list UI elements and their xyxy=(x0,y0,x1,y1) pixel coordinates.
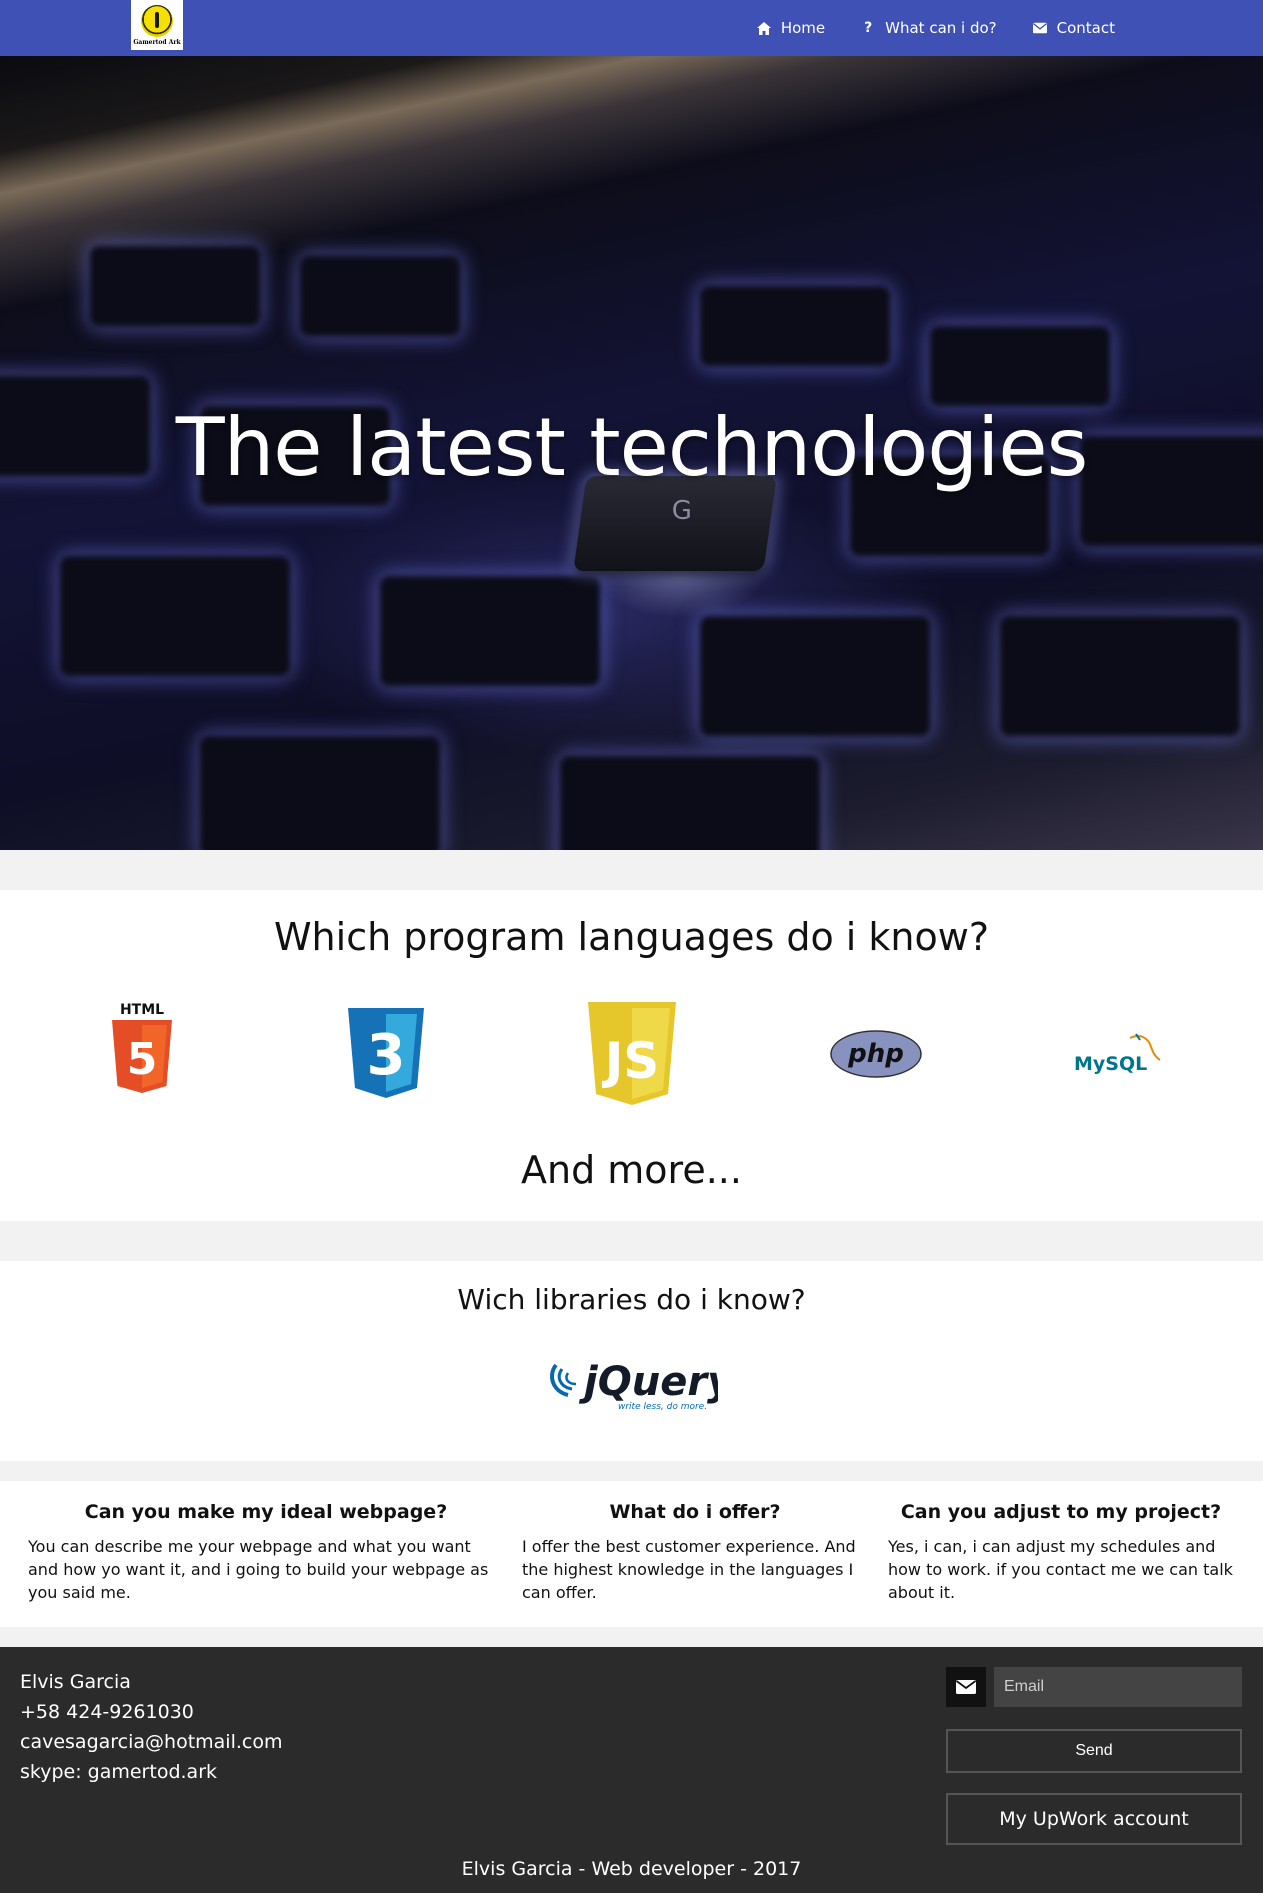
languages-title: Which program languages do i know? xyxy=(273,915,990,959)
nav-contact-label: Contact xyxy=(1056,19,1115,37)
contact-email: cavesagarcia@hotmail.com xyxy=(20,1731,283,1753)
libraries-title: Wich libraries do i know? xyxy=(457,1283,806,1316)
navbar: Gamertod Ark Home ? What can i do? Conta… xyxy=(0,0,1263,56)
nav-home-label: Home xyxy=(780,19,826,37)
javascript-logo: JS xyxy=(586,1002,678,1106)
css3-shield-icon: 3 xyxy=(348,1008,424,1098)
languages-logos: HTML 5 3 JS php MySQL xyxy=(0,1002,1263,1107)
faq-heading: Can you make my ideal webpage? xyxy=(84,1501,448,1523)
logo-emblem xyxy=(141,4,173,37)
javascript-shield-icon: JS xyxy=(588,1002,676,1105)
keyboard-key xyxy=(60,556,290,676)
faq-text: Yes, i can, i can adjust my schedules an… xyxy=(888,1537,1233,1602)
css3-logo: 3 xyxy=(346,1008,426,1100)
copyright-text: Elvis Garcia - Web developer - 2017 xyxy=(461,1858,802,1880)
nav-what-can-i-do-label: What can i do? xyxy=(885,19,997,37)
logo-text: Gamertod Ark xyxy=(133,38,181,46)
send-button[interactable]: Send xyxy=(946,1729,1242,1773)
faq-heading: What do i offer? xyxy=(609,1501,781,1523)
footer: Elvis Garcia +58 424-9261030 cavesagarci… xyxy=(0,1647,1263,1893)
html5-logo: HTML 5 xyxy=(110,1002,174,1100)
keyboard-key xyxy=(560,756,820,850)
html5-shield-icon: 5 xyxy=(112,1020,172,1093)
nav-contact[interactable]: Contact xyxy=(1032,19,1115,37)
keyboard-key xyxy=(930,326,1110,406)
css3-mark: 3 xyxy=(367,1023,406,1088)
faq-item: Can you make my ideal webpage? You can d… xyxy=(28,1501,504,1604)
jquery-label: jQuery xyxy=(578,1359,718,1405)
javascript-mark: JS xyxy=(602,1032,660,1090)
site-logo[interactable]: Gamertod Ark xyxy=(131,0,183,50)
contact-phone: +58 424-9261030 xyxy=(20,1701,194,1723)
keyboard-key xyxy=(1000,616,1240,736)
nav-menu: Home ? What can i do? Contact xyxy=(756,0,1115,56)
contact-name: Elvis Garcia xyxy=(20,1671,131,1693)
question-icon: ? xyxy=(864,20,873,36)
keyboard-key xyxy=(300,256,460,336)
email-input[interactable] xyxy=(994,1667,1242,1707)
keyboard-key xyxy=(380,576,600,686)
and-more-title: And more... xyxy=(521,1148,742,1192)
nav-what-can-i-do[interactable]: ? What can i do? xyxy=(861,19,997,37)
php-ellipse-icon: php xyxy=(830,1030,922,1078)
faq-heading: Can you adjust to my project? xyxy=(900,1501,1222,1523)
hero-title: The latest technologies xyxy=(175,401,1089,494)
keyboard-key xyxy=(700,286,890,366)
jquery-swirl-icon: jQuery write less, do more. xyxy=(550,1359,735,1412)
faq-item: What do i offer? I offer the best custom… xyxy=(522,1501,868,1604)
envelope-icon xyxy=(1032,21,1047,35)
php-logo: php xyxy=(830,1030,922,1078)
faq-text: You can describe me your webpage and wha… xyxy=(28,1537,489,1602)
home-icon xyxy=(756,21,771,35)
envelope-icon xyxy=(946,1667,986,1707)
nav-home[interactable]: Home xyxy=(756,19,826,37)
hero-banner: G The latest technologies xyxy=(0,56,1263,850)
php-label: php xyxy=(847,1039,904,1069)
keyboard-key xyxy=(90,246,260,326)
key-letter: G xyxy=(671,496,692,526)
jquery-tagline: write less, do more. xyxy=(618,1402,707,1411)
faq-section: Can you make my ideal webpage? You can d… xyxy=(0,1481,1263,1627)
mysql-label: MySQL xyxy=(1074,1053,1147,1075)
html5-mark: 5 xyxy=(127,1034,158,1085)
mysql-logo: MySQL xyxy=(1072,1030,1168,1080)
keyboard-key xyxy=(200,736,440,850)
html5-label: HTML xyxy=(119,1002,165,1018)
keyboard-key xyxy=(700,616,930,736)
faq-text: I offer the best customer experience. An… xyxy=(522,1537,856,1602)
mysql-dolphin-icon: MySQL xyxy=(1074,1033,1161,1075)
email-form xyxy=(946,1667,1242,1707)
contact-skype: skype: gamertod.ark xyxy=(20,1761,218,1783)
languages-section: Which program languages do i know? HTML … xyxy=(0,890,1263,1221)
jquery-logo: jQuery write less, do more. xyxy=(546,1353,735,1412)
libraries-section: Wich libraries do i know? jQuery write l… xyxy=(0,1261,1263,1461)
upwork-account-button[interactable]: My UpWork account xyxy=(946,1793,1242,1845)
faq-item: Can you adjust to my project? Yes, i can… xyxy=(888,1501,1234,1604)
contact-info: Elvis Garcia +58 424-9261030 cavesagarci… xyxy=(20,1667,282,1787)
